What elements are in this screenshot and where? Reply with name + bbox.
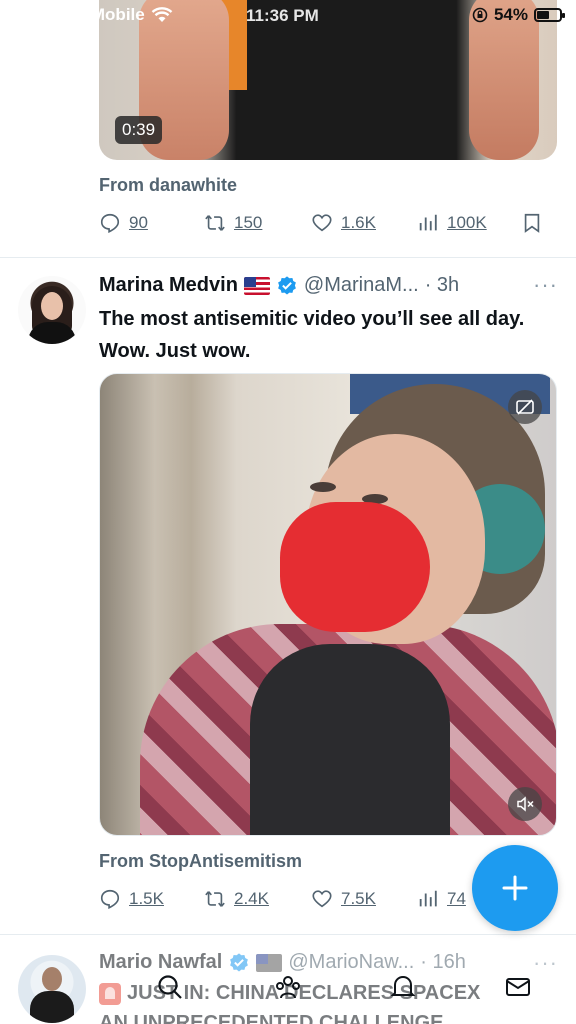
mute-button[interactable]: [508, 787, 542, 821]
views-count: 100K: [447, 213, 487, 232]
video-duration: 0:39: [115, 116, 163, 144]
reply-icon: [100, 889, 120, 910]
clock: 11:36 PM: [246, 6, 319, 25]
muted-speaker-icon: [517, 796, 534, 812]
carrier-name: Boost Mobile: [38, 5, 145, 24]
views-count: 74: [447, 889, 466, 908]
reply-icon: [100, 213, 120, 234]
like-button[interactable]: 7.5K: [311, 888, 376, 910]
tweet-text: The most antisemitic video you’ll see al…: [99, 308, 525, 362]
search-icon[interactable]: [155, 972, 185, 1002]
tweet-divider: [0, 934, 576, 935]
like-count: 7.5K: [341, 889, 376, 908]
battery-level: [537, 11, 549, 19]
bookmark-icon: [524, 213, 540, 233]
battery-percent: 54%: [493, 5, 528, 24]
heart-icon: [312, 214, 332, 232]
retweet-button[interactable]: 2.4K: [204, 888, 269, 910]
reply-button[interactable]: 90: [99, 212, 148, 234]
status-right: 54%: [472, 5, 565, 25]
status-left: Boost Mobile: [10, 5, 173, 25]
retweet-count: 2.4K: [234, 889, 269, 908]
tweet2-header: Marina Medvin @MarinaM... · 3h: [99, 274, 459, 297]
views-button[interactable]: 74: [417, 888, 466, 910]
like-button[interactable]: 1.6K: [311, 212, 376, 234]
plus-icon: [502, 875, 528, 901]
messages-icon[interactable]: [503, 972, 533, 1002]
tweet2-video[interactable]: [99, 373, 557, 836]
views-button[interactable]: 100K: [417, 212, 487, 234]
retweet-button[interactable]: 150: [204, 212, 262, 234]
author-handle[interactable]: @MarinaM...: [304, 274, 419, 297]
captions-off-button[interactable]: [508, 390, 542, 424]
author-name[interactable]: Marina Medvin: [99, 274, 238, 297]
wifi-icon: [151, 7, 173, 22]
verified-badge-icon: [278, 275, 296, 295]
notifications-bell-icon[interactable]: [388, 972, 418, 1002]
video-source[interactable]: From StopAntisemitism: [99, 851, 302, 872]
like-count: 1.6K: [341, 213, 376, 232]
signal-icon: [10, 8, 32, 22]
views-icon: [419, 214, 437, 231]
bookmark-button[interactable]: [521, 212, 543, 234]
rotation-lock-icon: [472, 7, 488, 23]
retweet-icon: [205, 891, 225, 907]
retweet-count: 150: [234, 213, 263, 232]
compose-button[interactable]: [472, 845, 558, 931]
status-bar: Boost Mobile 11:36 PM 54%: [0, 0, 576, 34]
reply-button[interactable]: 1.5K: [99, 888, 164, 910]
heart-icon: [312, 890, 332, 908]
video-source[interactable]: From danawhite: [99, 175, 237, 196]
avatar[interactable]: [18, 276, 86, 344]
reply-count: 90: [129, 213, 148, 232]
reply-count: 1.5K: [129, 889, 164, 908]
tweet-time: · 3h: [424, 274, 460, 296]
retweet-icon: [205, 215, 225, 231]
more-options-button[interactable]: ···: [533, 272, 558, 298]
tweet-divider: [0, 257, 576, 258]
captions-off-icon: [516, 399, 534, 415]
views-icon: [419, 890, 437, 907]
us-flag-icon: [243, 276, 270, 295]
communities-icon[interactable]: [273, 972, 303, 1002]
bottom-nav: [0, 960, 576, 1024]
battery-icon: [534, 8, 565, 22]
